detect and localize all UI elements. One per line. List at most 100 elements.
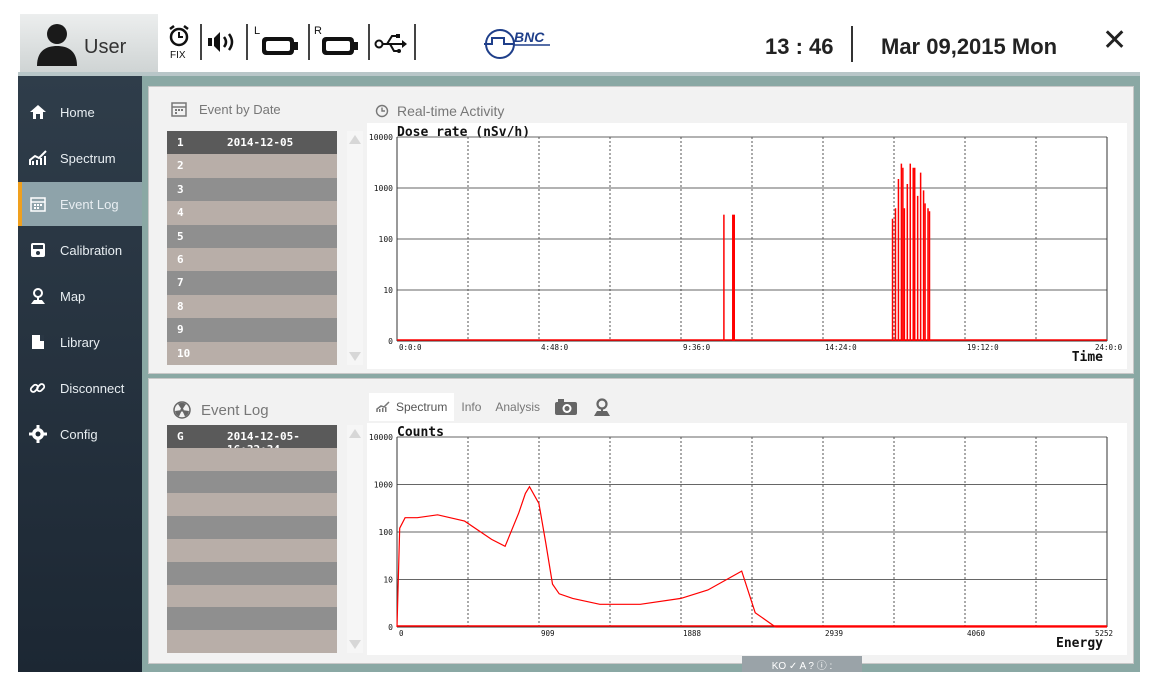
list-item[interactable]: 2 (167, 154, 337, 178)
y-tick-label: 100 (379, 528, 394, 537)
list-item-number: 1 (177, 136, 184, 149)
scroll-up-arrow[interactable] (349, 135, 361, 144)
usb-icon (374, 24, 408, 60)
list-item[interactable]: 10 (167, 341, 337, 365)
camera-icon (555, 399, 578, 415)
list-item[interactable]: 7 (167, 271, 337, 295)
event-by-date-scrollbar[interactable] (347, 131, 363, 365)
map-pin-icon (594, 398, 611, 416)
list-item[interactable] (167, 516, 337, 539)
close-button[interactable]: ✕ (1102, 26, 1127, 56)
bnc-logo: BNC (480, 24, 570, 60)
list-item[interactable] (167, 561, 337, 585)
list-item[interactable] (167, 607, 337, 631)
y-tick-label: 0 (388, 337, 393, 346)
y-tick-label: 0 (388, 623, 393, 632)
list-item-number: 2 (177, 159, 184, 173)
event-log-scrollbar[interactable] (347, 425, 363, 653)
tab-info[interactable]: Info (454, 393, 488, 421)
realtime-panel: Event by Date 1 2014-12-05 2 3 4 5 6 7 8 9 10 Real… (148, 86, 1134, 374)
list-item[interactable]: 5 (167, 224, 337, 248)
sidebar-item-label: Calibration (60, 242, 123, 258)
sidebar: Home Spectrum Event Log Calibration Map … (18, 76, 142, 672)
camera-button[interactable] (547, 393, 585, 421)
toolbar-separator (308, 24, 310, 60)
user-button[interactable]: User (20, 14, 158, 72)
scroll-down-arrow[interactable] (349, 352, 361, 361)
battery-left-icon: L (254, 24, 302, 60)
spectrum-icon (28, 148, 48, 168)
input-toolbar[interactable]: KO ✓ A ? ⓘ : (742, 656, 862, 672)
realtime-label: Real-time Activity (397, 103, 505, 119)
sidebar-item-label: Spectrum (60, 150, 116, 166)
fix-label: FIX (170, 50, 186, 60)
sidebar-item-library[interactable]: Library (18, 320, 142, 364)
list-item[interactable] (167, 539, 337, 562)
list-item[interactable] (167, 470, 337, 494)
speaker-icon[interactable] (206, 24, 240, 60)
event-by-date-list: 1 2014-12-05 2 3 4 5 6 7 8 9 10 (167, 131, 339, 365)
list-item-number: 10 (177, 346, 191, 360)
scroll-up-arrow[interactable] (349, 429, 361, 438)
x-axis-label: Energy (1056, 636, 1103, 651)
list-item[interactable] (167, 447, 337, 471)
x-tick-label: 909 (541, 629, 555, 638)
alarm-fix-icon[interactable]: FIX (164, 24, 194, 60)
list-item[interactable]: 9 (167, 318, 337, 342)
list-item[interactable]: 4 (167, 201, 337, 225)
user-label: User (84, 36, 127, 58)
battery-right-label: R (314, 25, 322, 37)
list-item[interactable] (167, 584, 337, 608)
y-tick-label: 1000 (374, 481, 393, 490)
list-item[interactable]: 6 (167, 248, 337, 272)
list-item-number: 5 (177, 229, 184, 243)
realtime-title: Real-time Activity (375, 103, 504, 119)
y-tick-label: 10000 (369, 133, 393, 142)
tab-spectrum[interactable]: Spectrum (369, 393, 455, 421)
sidebar-item-label: Map (60, 288, 86, 304)
event-log-label: Event Log (201, 401, 269, 419)
sidebar-item-map[interactable]: Map (18, 274, 142, 318)
y-tick-label: 10000 (369, 433, 393, 442)
spectrum-chart: Counts0101001000100000 909 1888 2939 4060 525… (369, 425, 1113, 651)
toolbar-separator (414, 24, 416, 60)
event-by-date-title: Event by Date (171, 101, 281, 117)
event-log-panel: Event Log G2014-12-05-16:32:34 Spectrum … (148, 378, 1134, 664)
x-tick-label: 19:12:0 (967, 343, 999, 352)
brand-text: BNC (514, 29, 545, 45)
x-tick-label: 14:24:0 (825, 343, 857, 352)
list-item[interactable] (167, 630, 337, 653)
book-icon (28, 332, 48, 352)
main-content: Event by Date 1 2014-12-05 2 3 4 5 6 7 8 9 10 Real… (142, 76, 1140, 672)
sidebar-item-disconnect[interactable]: Disconnect (18, 366, 142, 410)
spectrum-chart-area: Counts 0 10 100 1000 10000 0 909 1888 2939 4060 525… (367, 423, 1127, 655)
sidebar-item-config[interactable]: Config (18, 412, 142, 456)
list-item[interactable]: G2014-12-05-16:32:34 (167, 425, 337, 456)
chart-title: Counts (397, 425, 444, 440)
y-tick-label: 1000 (374, 184, 393, 193)
dose-rate-chart: Dose rate (nSv/h) 0 10 100 1000 10000 0:0:0 4:4… (369, 125, 1123, 365)
spectrum-tabs: Spectrum Info Analysis (369, 393, 619, 421)
list-item[interactable] (167, 493, 337, 517)
y-tick-label: 100 (379, 235, 394, 244)
tab-analysis[interactable]: Analysis (488, 393, 547, 421)
sidebar-item-spectrum[interactable]: Spectrum (18, 136, 142, 180)
list-item-number: 4 (177, 206, 184, 220)
x-tick-label: 0 (399, 629, 404, 638)
calendar-icon (28, 194, 48, 214)
link-icon (28, 378, 48, 398)
sidebar-item-home[interactable]: Home (18, 90, 142, 134)
sidebar-item-calibration[interactable]: Calibration (18, 228, 142, 272)
toolbar-separator (368, 24, 370, 60)
map-button[interactable] (585, 393, 619, 421)
y-tick-label: 10 (383, 576, 393, 585)
tab-spectrum-label: Spectrum (396, 400, 448, 414)
sidebar-item-event-log[interactable]: Event Log (18, 182, 142, 226)
scroll-down-arrow[interactable] (349, 640, 361, 649)
battery-left-label: L (254, 25, 260, 37)
list-item[interactable]: 3 (167, 177, 337, 202)
x-tick-label: 2939 (825, 629, 843, 638)
x-tick-label: 9:36:0 (683, 343, 711, 352)
list-item[interactable]: 8 (167, 294, 337, 319)
list-item[interactable]: 1 2014-12-05 (167, 131, 337, 155)
